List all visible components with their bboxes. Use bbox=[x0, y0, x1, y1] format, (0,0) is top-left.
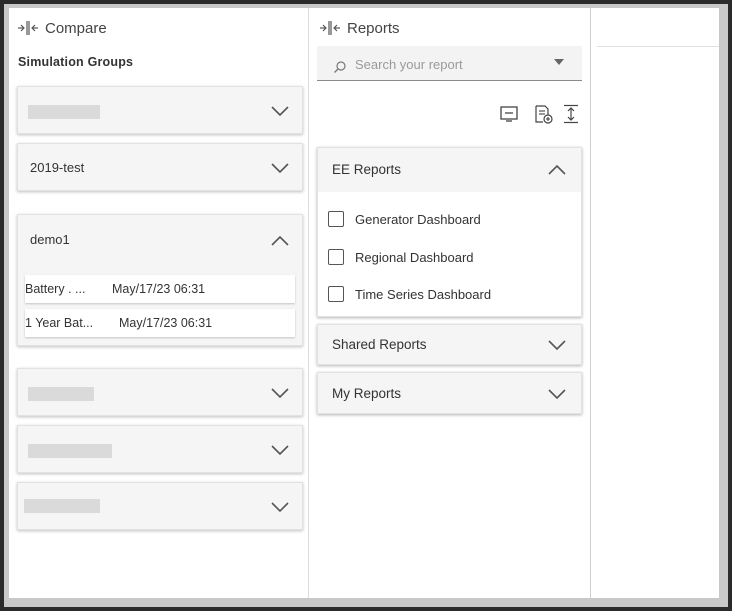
report-view-panel bbox=[592, 8, 719, 598]
reports-header: Reports bbox=[319, 18, 400, 38]
report-label: Regional Dashboard bbox=[355, 249, 474, 265]
redacted-label bbox=[24, 499, 100, 513]
group-label: demo1 bbox=[30, 232, 70, 247]
divider bbox=[597, 46, 719, 47]
simulation-date: May/17/23 06:31 bbox=[119, 316, 213, 330]
redacted-label bbox=[28, 105, 100, 119]
section-label: My Reports bbox=[332, 386, 402, 401]
collapse-panel-icon[interactable] bbox=[319, 20, 341, 36]
ee-reports-section[interactable]: EE Reports Generator Dashboard Regional … bbox=[317, 147, 582, 317]
chevron-down-icon[interactable] bbox=[270, 444, 290, 456]
compare-panel: Compare Simulation Groups 2019-test demo… bbox=[9, 8, 309, 598]
reports-panel: Reports Search your report EE Reports Ge… bbox=[309, 8, 591, 598]
app-container: Compare Simulation Groups 2019-test demo… bbox=[9, 8, 719, 598]
reports-title: Reports bbox=[347, 19, 400, 37]
simulation-group-card[interactable] bbox=[17, 425, 303, 473]
chevron-down-icon[interactable] bbox=[547, 339, 567, 351]
report-item[interactable]: Regional Dashboard bbox=[328, 247, 474, 267]
my-reports-section[interactable]: My Reports bbox=[317, 372, 582, 414]
simulation-group-card[interactable]: 2019-test bbox=[17, 143, 303, 191]
simulation-group-card-expanded[interactable]: demo1 Battery . ... May/17/23 06:31 1 Ye… bbox=[17, 214, 303, 346]
search-icon bbox=[334, 61, 346, 73]
chevron-down-icon[interactable] bbox=[270, 105, 290, 117]
deselect-icon[interactable] bbox=[499, 104, 519, 124]
chevron-down-icon[interactable] bbox=[270, 162, 290, 174]
simulation-group-card[interactable] bbox=[17, 482, 303, 530]
compare-title: Compare bbox=[45, 19, 107, 37]
redacted-label bbox=[28, 387, 94, 401]
simulation-group-card[interactable] bbox=[17, 86, 303, 134]
report-item[interactable]: Generator Dashboard bbox=[328, 209, 481, 229]
chevron-up-icon[interactable] bbox=[270, 235, 290, 247]
simulation-group-card[interactable] bbox=[17, 368, 303, 416]
simulation-name: 1 Year Bat... bbox=[25, 316, 94, 330]
collapse-panel-icon[interactable] bbox=[17, 20, 39, 36]
chevron-down-icon[interactable] bbox=[547, 388, 567, 400]
simulation-date: May/17/23 06:31 bbox=[112, 282, 206, 296]
section-label: EE Reports bbox=[332, 162, 402, 177]
report-label: Time Series Dashboard bbox=[355, 286, 492, 302]
shared-reports-section[interactable]: Shared Reports bbox=[317, 324, 582, 365]
report-label: Generator Dashboard bbox=[355, 211, 481, 227]
report-search[interactable] bbox=[317, 46, 582, 81]
report-checkbox[interactable] bbox=[328, 249, 344, 265]
add-report-icon[interactable] bbox=[533, 104, 553, 124]
simulation-row[interactable]: 1 Year Bat... May/17/23 06:31 bbox=[25, 309, 295, 337]
redacted-label bbox=[28, 444, 112, 458]
ee-reports-list: Generator Dashboard Regional Dashboard T… bbox=[318, 192, 581, 316]
report-item[interactable]: Time Series Dashboard bbox=[328, 284, 491, 304]
expand-all-icon[interactable] bbox=[561, 104, 581, 124]
chevron-down-icon[interactable] bbox=[270, 501, 290, 513]
dropdown-arrow-icon[interactable] bbox=[553, 58, 565, 66]
chevron-up-icon[interactable] bbox=[547, 164, 567, 176]
report-checkbox[interactable] bbox=[328, 286, 344, 302]
simulation-name: Battery . ... bbox=[25, 282, 86, 296]
chevron-down-icon[interactable] bbox=[270, 387, 290, 399]
report-checkbox[interactable] bbox=[328, 211, 344, 227]
search-input[interactable] bbox=[355, 54, 545, 74]
compare-header: Compare bbox=[17, 18, 107, 38]
simulation-row[interactable]: Battery . ... May/17/23 06:31 bbox=[25, 275, 295, 303]
group-label: 2019-test bbox=[30, 160, 85, 175]
simulation-groups-label: Simulation Groups bbox=[18, 55, 134, 69]
window-edge bbox=[719, 8, 723, 598]
section-label: Shared Reports bbox=[332, 337, 427, 352]
